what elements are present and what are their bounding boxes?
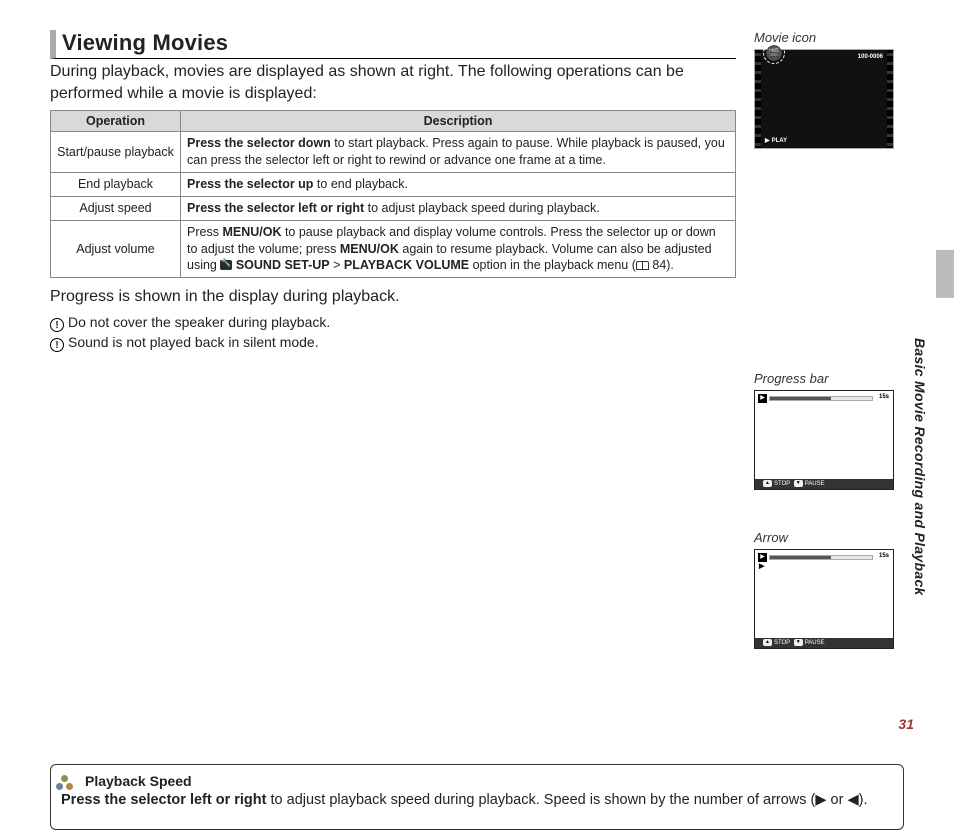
desc-cell: Press MENU/OK to pause playback and disp… [181, 220, 736, 278]
th-description: Description [181, 111, 736, 132]
movie-icon-inner: 🎬 [767, 46, 781, 60]
section-heading: Viewing Movies [50, 30, 736, 59]
section-tab [936, 250, 954, 298]
bottom-bar: ▲STOP ▼PAUSE [755, 479, 893, 489]
filmstrip-icon [755, 50, 761, 148]
progress-text: Progress is shown in the display during … [50, 288, 736, 306]
table-row: Start/pause playback Press the selector … [51, 132, 736, 173]
table-row: Adjust speed Press the selector left or … [51, 196, 736, 220]
bottom-bar: ▲STOP ▼PAUSE [755, 638, 893, 648]
playback-speed-box: Playback Speed Press the selector left o… [50, 764, 904, 830]
table-row: End playback Press the selector up to en… [51, 172, 736, 196]
up-icon: ▲ [763, 480, 772, 487]
frame-counter: 100-0006 [858, 54, 883, 60]
page-number: 31 [898, 716, 914, 732]
up-icon: ▲ [763, 639, 772, 646]
play-icon: ▶ [758, 394, 767, 403]
wrench-icon [220, 260, 232, 270]
movie-icon: 🎬 [763, 42, 785, 64]
note-line: !Sound is not played back in silent mode… [50, 334, 736, 352]
caution-icon: ! [50, 318, 64, 332]
time-readout: 15s [879, 553, 889, 559]
operations-table: Operation Description Start/pause playba… [50, 110, 736, 278]
time-readout: 15s [879, 394, 889, 400]
play-indicator: PLAY [765, 137, 787, 144]
speed-arrow-icon: ▶ [759, 562, 764, 570]
camera-display-arrow: ▶ ▶ 15s ▲STOP ▼PAUSE [754, 549, 894, 649]
filmstrip-icon [887, 50, 893, 148]
book-icon [636, 261, 649, 270]
down-icon: ▼ [794, 480, 803, 487]
section-side-label: Basic Movie Recording and Playback [912, 338, 928, 596]
desc-cell: Press the selector down to start playbac… [181, 132, 736, 173]
desc-cell: Press the selector up to end playback. [181, 172, 736, 196]
op-cell: Adjust volume [51, 220, 181, 278]
box-title: Playback Speed [85, 773, 893, 789]
camera-display-progress: ▶ 15s ▲STOP ▼PAUSE [754, 390, 894, 490]
progress-bar [769, 555, 873, 560]
intro-text: During playback, movies are displayed as… [50, 61, 736, 104]
op-cell: End playback [51, 172, 181, 196]
th-operation: Operation [51, 111, 181, 132]
op-cell: Start/pause playback [51, 132, 181, 173]
desc-cell: Press the selector left or right to adju… [181, 196, 736, 220]
camera-display-movie: 🎬 100-0006 PLAY [754, 49, 894, 149]
op-cell: Adjust speed [51, 196, 181, 220]
arrow-label: Arrow [754, 530, 904, 545]
down-icon: ▼ [794, 639, 803, 646]
play-icon: ▶ [758, 553, 767, 562]
progress-bar [769, 396, 873, 401]
progress-bar-label: Progress bar [754, 371, 904, 386]
note-line: !Do not cover the speaker during playbac… [50, 314, 736, 332]
box-body: Press the selector left or right to adju… [61, 791, 893, 811]
table-row: Adjust volume Press MENU/OK to pause pla… [51, 220, 736, 278]
caution-icon: ! [50, 338, 64, 352]
